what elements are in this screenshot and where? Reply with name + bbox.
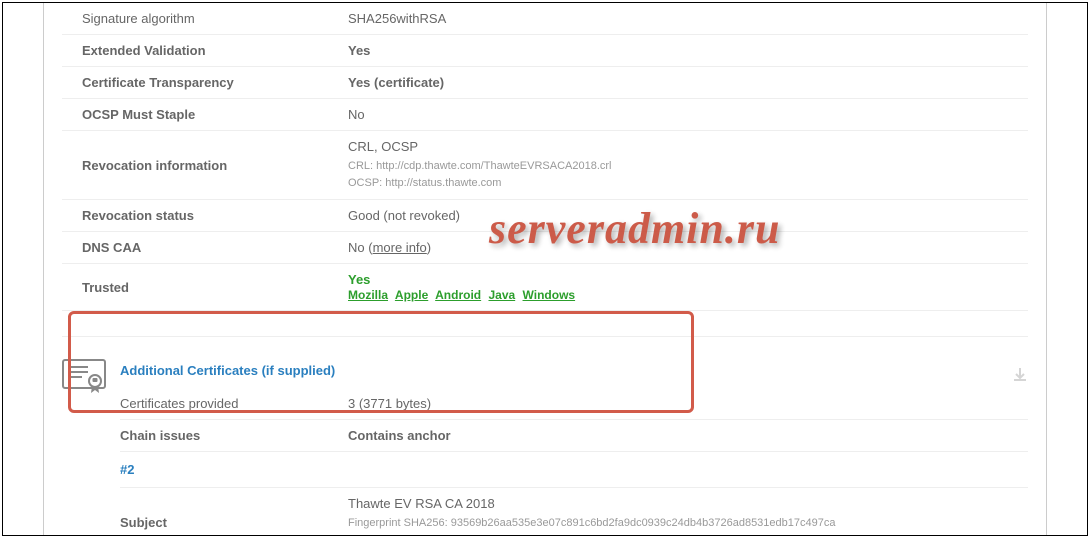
row-certificate-transparency: Certificate Transparency Yes (certificat…: [62, 67, 1028, 99]
row-extended-validation: Extended Validation Yes: [62, 35, 1028, 67]
additional-certificates-section: Additional Certificates (if supplied) Ce…: [62, 337, 1028, 536]
label-ocsp-must-staple: OCSP Must Staple: [62, 99, 348, 131]
label-signature-algorithm: Signature algorithm: [62, 3, 348, 35]
row-signature-algorithm: Signature algorithm SHA256withRSA: [62, 3, 1028, 35]
row-trusted: Trusted Yes Mozilla Apple Android Java W…: [62, 264, 1028, 311]
row-cert2-subject: Subject Thawte EV RSA CA 2018 Fingerprin…: [120, 488, 1028, 536]
row-ocsp-must-staple: OCSP Must Staple No: [62, 99, 1028, 131]
cert2-heading: #2: [120, 452, 1028, 488]
value-certificates-provided: 3 (3771 bytes): [348, 388, 1028, 420]
additional-certs-table: Certificates provided 3 (3771 bytes) Cha…: [120, 388, 1028, 452]
cert2-fingerprint: Fingerprint SHA256: 93569b26aa535e3e07c8…: [348, 515, 1028, 532]
value-trusted: Yes: [348, 272, 370, 287]
download-icon[interactable]: [1012, 367, 1028, 383]
label-cert2-subject: Subject: [120, 488, 348, 536]
trusted-apple-link[interactable]: Apple: [395, 288, 428, 302]
value-revocation-information: CRL, OCSP: [348, 139, 418, 154]
trusted-platforms: Mozilla Apple Android Java Windows: [348, 288, 579, 302]
label-extended-validation: Extended Validation: [62, 35, 348, 67]
value-extended-validation: Yes: [348, 35, 1028, 67]
certificate-details-table: Signature algorithm SHA256withRSA Extend…: [62, 3, 1028, 337]
additional-certificates-heading: Additional Certificates (if supplied): [120, 353, 1028, 388]
trusted-windows-link[interactable]: Windows: [523, 288, 576, 302]
label-certificates-provided: Certificates provided: [120, 388, 348, 420]
value-cert2-subject: Thawte EV RSA CA 2018: [348, 496, 495, 511]
revocation-crl-detail: CRL: http://cdp.thawte.com/ThawteEVRSACA…: [348, 158, 1028, 175]
row-dns-caa: DNS CAA No (more info): [62, 232, 1028, 264]
trusted-mozilla-link[interactable]: Mozilla: [348, 288, 388, 302]
cert2-table: Subject Thawte EV RSA CA 2018 Fingerprin…: [120, 488, 1028, 536]
cert2-pin: Pin SHA256: LrLVqGD+UOnCQjaFUpgBUORdtTIa…: [348, 532, 1028, 537]
dns-caa-more-info-link[interactable]: more info: [373, 240, 427, 255]
row-chain-issues: Chain issues Contains anchor: [120, 420, 1028, 452]
value-revocation-status: Good (not revoked): [348, 200, 1028, 232]
value-dns-caa: No: [348, 240, 365, 255]
label-dns-caa: DNS CAA: [62, 232, 348, 264]
certificate-icon: [62, 359, 106, 395]
label-chain-issues: Chain issues: [120, 420, 348, 452]
trusted-android-link[interactable]: Android: [435, 288, 481, 302]
value-signature-algorithm: SHA256withRSA: [348, 3, 1028, 35]
row-revocation-status: Revocation status Good (not revoked): [62, 200, 1028, 232]
row-certificates-provided: Certificates provided 3 (3771 bytes): [120, 388, 1028, 420]
label-trusted: Trusted: [62, 264, 348, 311]
label-revocation-status: Revocation status: [62, 200, 348, 232]
label-revocation-information: Revocation information: [62, 131, 348, 200]
label-certificate-transparency: Certificate Transparency: [62, 67, 348, 99]
trusted-java-link[interactable]: Java: [488, 288, 515, 302]
value-chain-issues: Contains anchor: [348, 420, 1028, 452]
revocation-ocsp-detail: OCSP: http://status.thawte.com: [348, 175, 1028, 192]
row-revocation-information: Revocation information CRL, OCSP CRL: ht…: [62, 131, 1028, 200]
value-certificate-transparency: Yes (certificate): [348, 67, 1028, 99]
value-ocsp-must-staple: No: [348, 99, 1028, 131]
